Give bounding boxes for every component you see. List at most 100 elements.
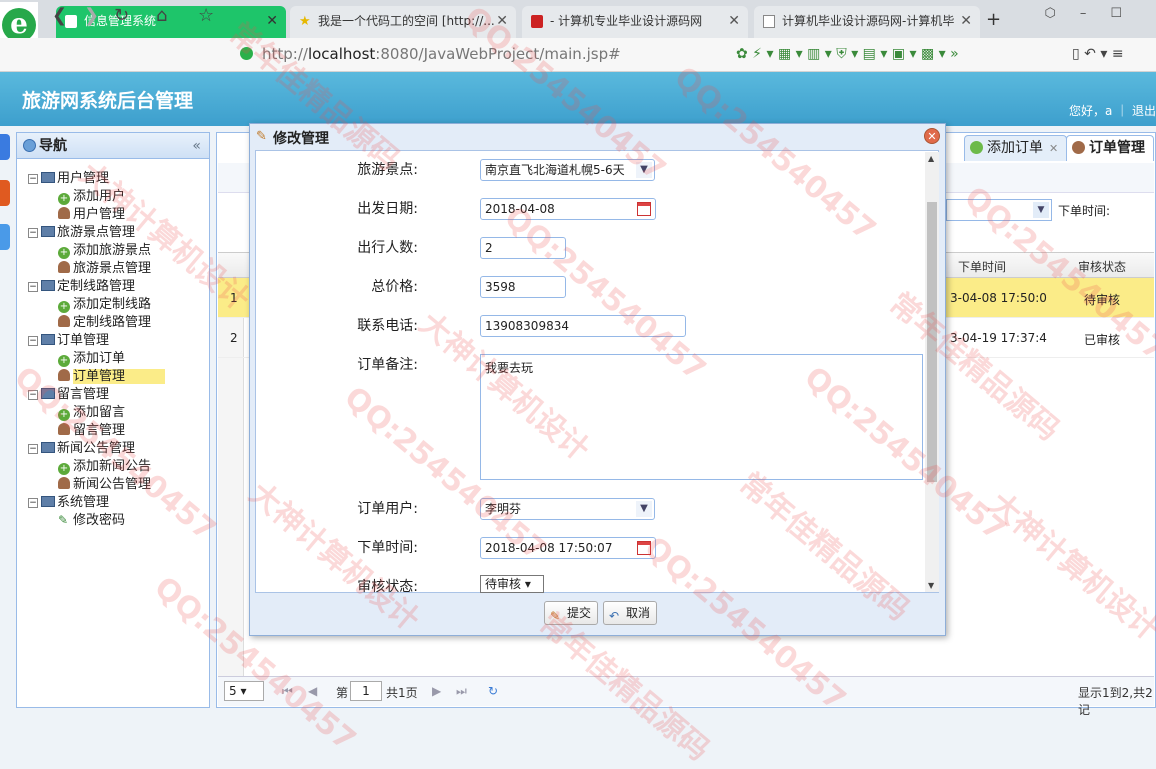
sidebar-item[interactable]: 旅游景点管理 (58, 260, 151, 278)
prev-page-icon[interactable]: ◀ (308, 684, 317, 698)
tab-order-manage[interactable]: 订单管理 (1066, 135, 1154, 161)
last-page-icon[interactable]: ⏭ (456, 684, 467, 699)
chevron-down-icon: ▼ (636, 162, 652, 178)
sidebar-item[interactable]: + 添加留言 (58, 404, 125, 422)
depart-date-field[interactable]: 2018-04-08 (480, 198, 656, 220)
undo-icon: ↶ (609, 609, 620, 623)
browser-tab[interactable]: 计算机毕业设计源码网-计算机毕 ✕ (754, 6, 980, 38)
close-tab-icon[interactable]: ✕ (266, 6, 278, 36)
sidebar-item[interactable]: 新闻公告管理 (58, 476, 151, 494)
computer-icon (41, 442, 55, 453)
tree-group[interactable]: − 新闻公告管理 (28, 440, 135, 458)
sidebar-item-label: 添加留言 (73, 405, 126, 420)
close-tab-icon[interactable]: ✕ (728, 6, 740, 36)
tree-group[interactable]: − 订单管理 (28, 332, 109, 350)
status-select[interactable]: 待审核 ▾ (480, 575, 544, 593)
window-controls[interactable]: ⬡–☐ (1044, 6, 1146, 21)
collapse-toggle-icon[interactable]: − (28, 282, 38, 292)
scroll-thumb[interactable] (927, 202, 937, 482)
sidebar-item[interactable]: + 添加旅游景点 (58, 242, 151, 260)
collapse-toggle-icon[interactable]: − (28, 498, 38, 508)
sidebar-item[interactable]: 用户管理 (58, 206, 125, 224)
close-tab-icon[interactable]: ✕ (1049, 142, 1058, 155)
secure-shield-icon (240, 47, 253, 60)
side-strip-icon[interactable] (0, 134, 10, 160)
first-page-icon[interactable]: ⏮ (282, 684, 293, 699)
cancel-button[interactable]: ↶ 取消 (603, 601, 658, 625)
calendar-icon[interactable] (637, 541, 651, 555)
tree-group[interactable]: − 系统管理 (28, 494, 109, 512)
extension-icons[interactable]: ✿ ⚡ ▾ ▦ ▾ ▥ ▾ ⛨ ▾ ▤ ▾ ▣ ▾ ▩ ▾ » (736, 46, 959, 62)
close-tab-icon[interactable]: ✕ (960, 6, 972, 36)
page-size-select[interactable]: 5 ▾ (224, 681, 264, 701)
tree-group[interactable]: − 定制线路管理 (28, 278, 135, 296)
total-price-field[interactable]: 3598 (480, 276, 566, 298)
cancel-label: 取消 (626, 606, 651, 620)
bookmark-star-icon[interactable]: ☆ (198, 5, 214, 26)
collapse-toggle-icon[interactable]: − (28, 336, 38, 346)
next-page-icon[interactable]: ▶ (432, 684, 441, 698)
scroll-down-icon[interactable]: ▼ (928, 581, 934, 590)
sidebar-item[interactable]: + 添加订单 (58, 350, 125, 368)
home-icon[interactable]: ⌂ (156, 5, 167, 26)
close-tab-icon[interactable]: ✕ (496, 6, 508, 36)
sidebar-item-label: 添加订单 (73, 351, 126, 366)
dialog-close-icon[interactable]: ✕ (924, 128, 940, 144)
remark-textarea[interactable]: 我要去玩 (480, 354, 923, 480)
phone-field[interactable]: 13908309834 (480, 315, 686, 337)
sidebar-item[interactable]: + 添加新闻公告 (58, 458, 151, 476)
sidebar-item[interactable]: + 添加用户 (58, 188, 125, 206)
calendar-icon[interactable] (637, 202, 651, 216)
side-strip-icon[interactable] (0, 224, 10, 250)
sidebar-item-label: 留言管理 (73, 423, 126, 438)
menu-icons[interactable]: ▯ ↶ ▾ ≡ (1072, 46, 1124, 62)
cell-order-time: 3-04-19 17:37:4 (950, 331, 1047, 345)
sidebar-item[interactable]: + 添加定制线路 (58, 296, 151, 314)
sidebar-item-label: 定制线路管理 (73, 315, 152, 330)
tree-group[interactable]: − 用户管理 (28, 170, 109, 188)
refresh-icon[interactable]: ↻ (488, 684, 498, 698)
collapse-toggle-icon[interactable]: − (28, 390, 38, 400)
column-header-status[interactable]: 审核状态 (1078, 258, 1126, 275)
order-user-label: 订单用户: (357, 501, 418, 517)
computer-icon (41, 334, 55, 345)
collapse-toggle-icon[interactable]: − (28, 444, 38, 454)
collapse-toggle-icon[interactable]: − (28, 174, 38, 184)
welcome-logout[interactable]: 您好，a ｜ 退出 (1069, 102, 1156, 119)
sidebar-item[interactable]: 订单管理 (58, 368, 166, 386)
column-header-order-time[interactable]: 下单时间 (958, 258, 1006, 275)
side-strip-icon[interactable] (0, 180, 10, 206)
collapse-icon[interactable]: « (192, 133, 201, 159)
tree-group[interactable]: − 留言管理 (28, 386, 109, 404)
collapse-toggle-icon[interactable]: − (28, 228, 38, 238)
dialog-scrollbar[interactable]: ▲ ▼ (925, 152, 939, 592)
address-bar[interactable]: http://localhost:8080/JavaWebProject/mai… (232, 42, 722, 66)
sidebar-item[interactable]: ✎ 修改密码 (58, 512, 125, 530)
tree-group-label: 订单管理 (57, 333, 110, 348)
tree-group-label: 旅游景点管理 (57, 225, 136, 240)
page-number-input[interactable]: 1 (350, 681, 382, 701)
tree-group-label: 用户管理 (57, 171, 110, 186)
scroll-up-icon[interactable]: ▲ (928, 154, 934, 163)
tree-group[interactable]: − 旅游景点管理 (28, 224, 135, 242)
sidebar-item[interactable]: 留言管理 (58, 422, 125, 440)
page-prefix: 第 (336, 686, 349, 700)
people-count-field[interactable]: 2 (480, 237, 566, 259)
computer-icon (41, 496, 55, 507)
submit-button[interactable]: ✎ 提交 (544, 601, 599, 625)
sidebar-item[interactable]: 定制线路管理 (58, 314, 151, 332)
edit-icon: ✎ (550, 609, 561, 623)
reload-icon[interactable]: ↻ (114, 5, 129, 26)
browser-tab[interactable]: - 计算机专业毕业设计源码网 ✕ (522, 6, 748, 38)
forward-icon[interactable]: ❯ (84, 5, 99, 26)
order-time-field[interactable]: 2018-04-08 17:50:07 (480, 537, 656, 559)
order-user-select[interactable]: 李明芬 ▼ (480, 498, 655, 520)
new-tab-plus-icon[interactable]: + (986, 9, 1001, 30)
edit-pencil-icon: ✎ (256, 129, 267, 144)
back-icon[interactable]: ❮ (52, 5, 67, 26)
scenic-select[interactable]: 南京直飞北海道札幌5-6天 ▼ (480, 159, 655, 181)
filter-select[interactable]: ▼ (946, 199, 1052, 221)
sidebar-item-label: 用户管理 (73, 207, 126, 222)
browser-tab[interactable]: ★ 我是一个代码工的空间 [http://... ✕ (290, 6, 516, 38)
tab-add-order[interactable]: 添加订单 ✕ (964, 135, 1068, 161)
